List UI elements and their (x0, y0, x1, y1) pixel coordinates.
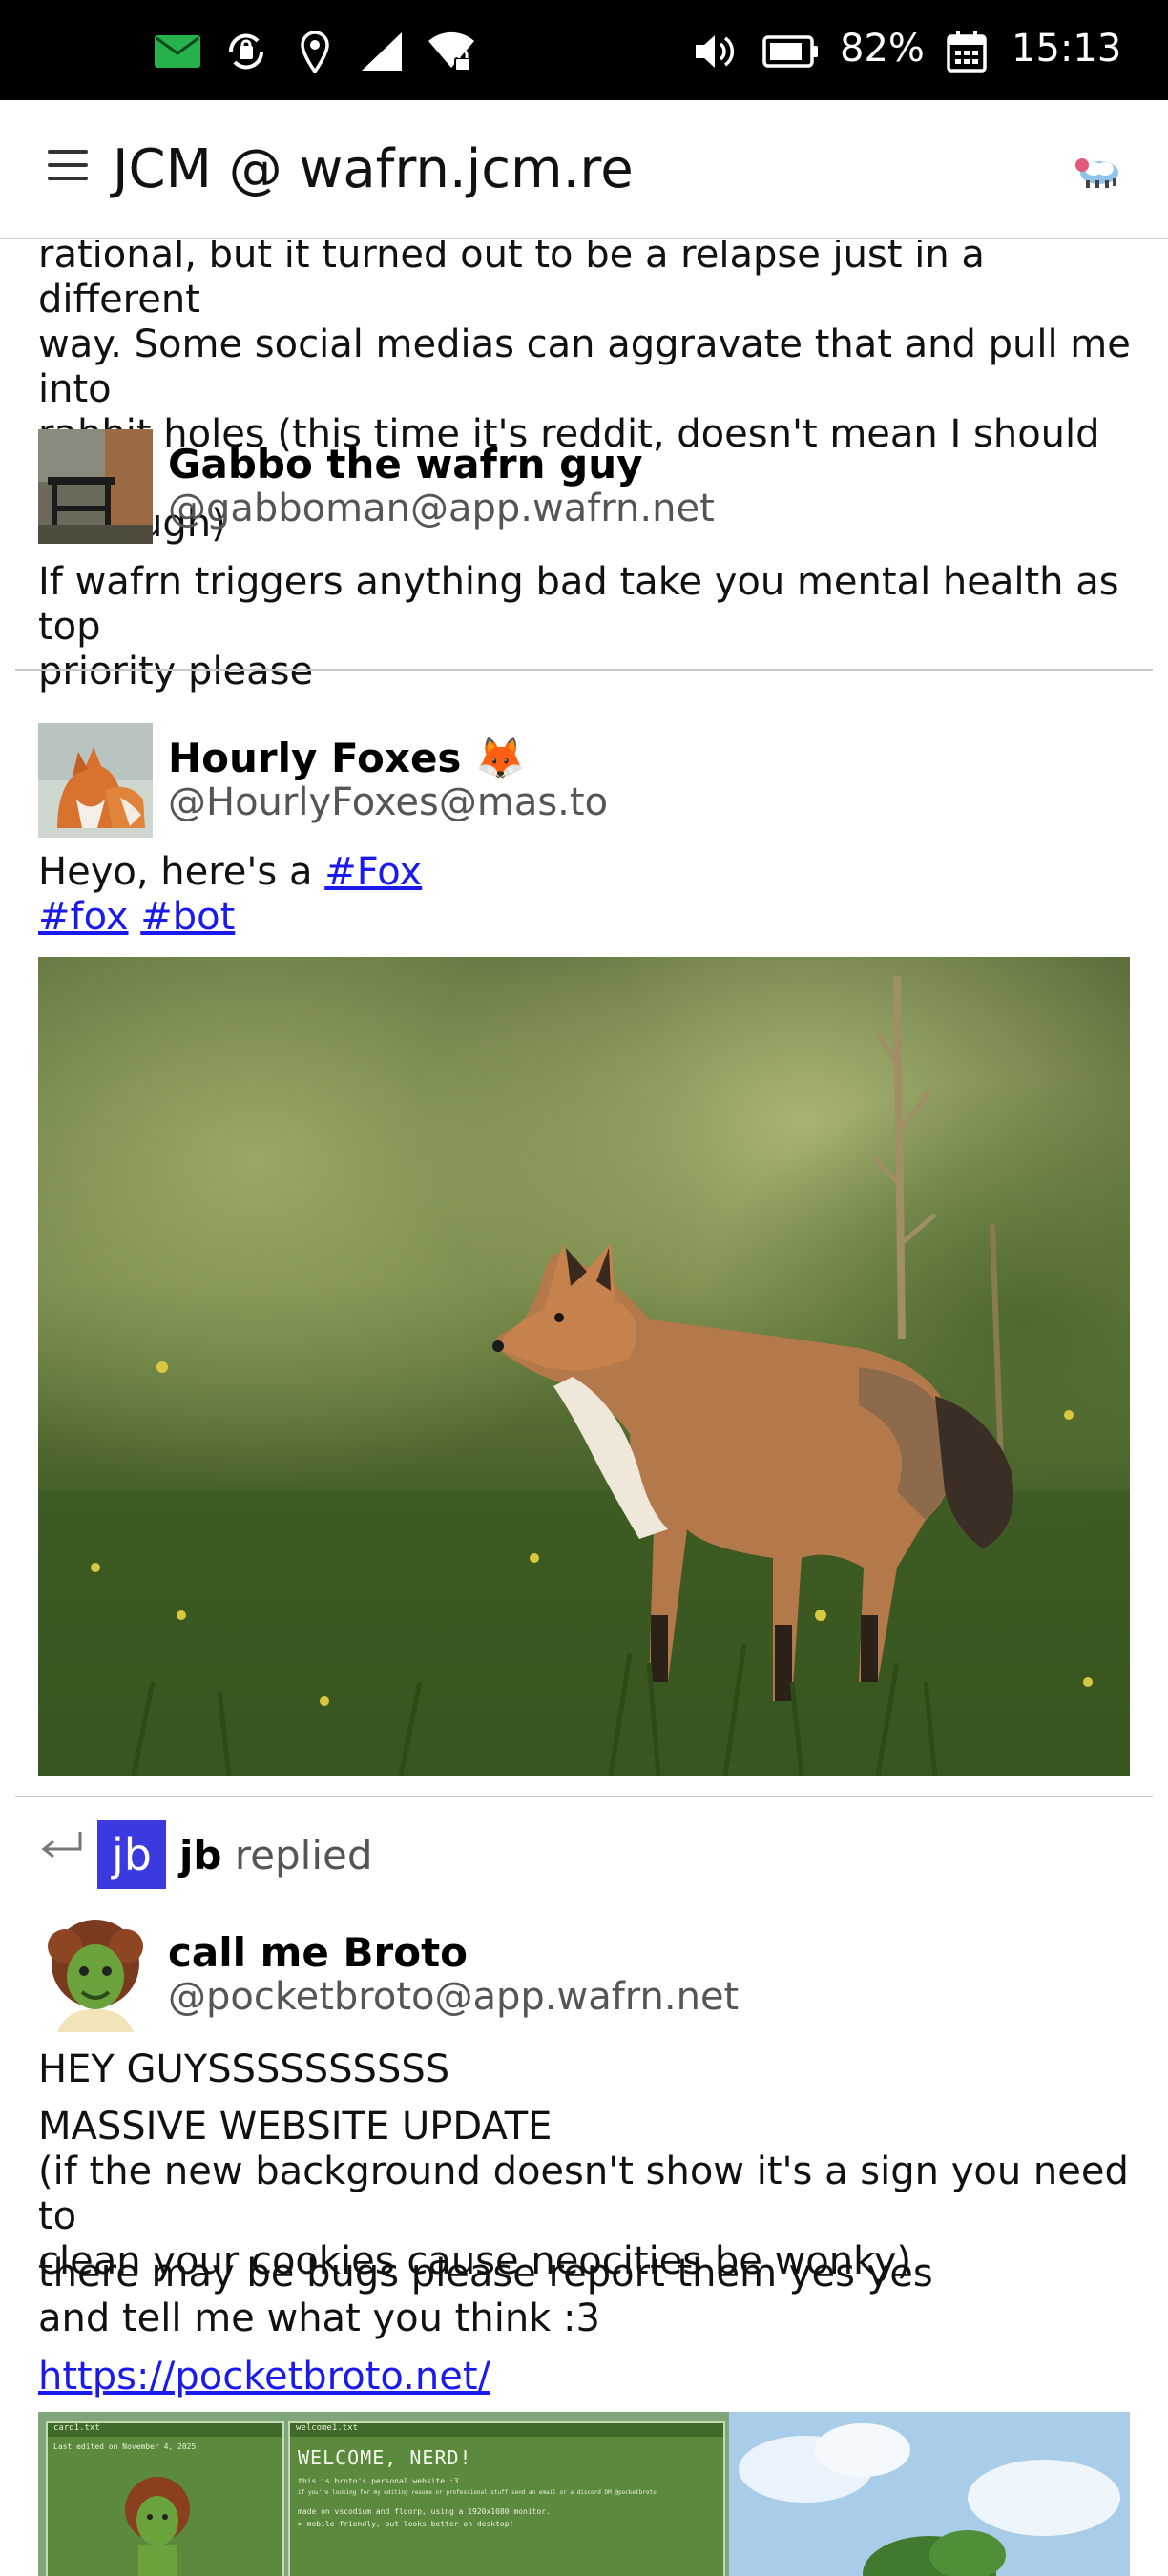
signal-icon (359, 29, 405, 74)
preview-caption: Last edited on November 4, 2025 (53, 2442, 197, 2451)
author-handle[interactable]: @gabboman@app.wafrn.net (168, 487, 715, 530)
reply-user[interactable]: jb (179, 1832, 221, 1879)
clock: 15:13 (1012, 27, 1122, 71)
post-text-paragraph: there may be bugs please report them yes… (38, 2252, 1136, 2341)
post-text: If wafrn triggers anything bad take you … (38, 560, 1136, 695)
text-line: (if the new background doesn't show it's… (38, 2150, 1129, 2238)
avatar[interactable] (38, 723, 153, 838)
reply-action: replied (234, 1832, 373, 1879)
preview-tab-label: card1.txt (48, 2423, 282, 2437)
text-line: there may be bugs please report them yes… (38, 2252, 933, 2296)
reply-arrow-icon (38, 1824, 84, 1862)
status-bar: 82% 15:13 (0, 0, 1168, 100)
preview-panel-left: card1.txt Last edited on November 4, 202… (46, 2421, 284, 2576)
text-line: #fox #bot (38, 895, 1136, 940)
post-text-line1: HEY GUYSSSSSSSSSS (38, 2047, 450, 2091)
wifi-icon (426, 29, 477, 74)
preview-text: > mobile friendly, but looks better on d… (298, 2520, 514, 2528)
text-line: Heyo, here's a #Fox (38, 850, 1136, 895)
text-line: If wafrn triggers anything bad take you … (38, 560, 1119, 649)
post-image[interactable]: card1.txt Last edited on November 4, 202… (38, 2412, 1130, 2576)
feed[interactable]: rational, but it turned out to be a rela… (0, 240, 1168, 2576)
page-title: JCM @ wafrn.jcm.re (113, 138, 634, 200)
post-divider (15, 1796, 1153, 1797)
preview-text: made on vscodium and floorp, using a 192… (298, 2507, 551, 2516)
sync-icon (221, 29, 271, 74)
calendar-icon (945, 29, 989, 74)
post-image[interactable] (38, 957, 1130, 1776)
hashtag-link[interactable]: #bot (140, 895, 235, 939)
author-name[interactable]: Hourly Foxes 🦊 (168, 735, 525, 782)
preview-text: if you're looking for my editing resume … (298, 2489, 657, 2496)
text-line: way. Some social medias can aggravate th… (38, 322, 1131, 411)
author-name[interactable]: Gabbo the wafrn guy (168, 441, 643, 488)
hamburger-menu-icon[interactable] (48, 150, 88, 184)
preview-text: this is broto's personal website :3 (298, 2477, 459, 2485)
post-text: Heyo, here's a #Fox #fox #bot (38, 850, 1136, 940)
text-line: and tell me what you think :3 (38, 2296, 600, 2340)
app-header: JCM @ wafrn.jcm.re (0, 100, 1168, 239)
location-icon (296, 29, 334, 74)
avatar[interactable] (38, 429, 153, 544)
hashtag-link[interactable]: #fox (38, 895, 129, 939)
preview-panel-welcome: welcome1.txt WELCOME, NERD! this is brot… (288, 2421, 725, 2576)
author-handle[interactable]: @HourlyFoxes@mas.to (168, 780, 608, 824)
post-divider (15, 669, 1153, 671)
battery-icon (761, 29, 821, 74)
avatar[interactable] (38, 1918, 153, 2032)
preview-sky-art (729, 2412, 1130, 2576)
author-name[interactable]: call me Broto (168, 1929, 468, 1976)
external-link[interactable]: https://pocketbroto.net/ (38, 2355, 490, 2399)
fox-emoji-icon: 🦊 (475, 735, 526, 781)
volume-icon (693, 29, 737, 74)
text-prefix: Heyo, here's a (38, 850, 325, 894)
text-line: rational, but it turned out to be a rela… (38, 240, 985, 322)
author-name-text: Hourly Foxes (168, 735, 462, 781)
author-handle[interactable]: @pocketbroto@app.wafrn.net (168, 1975, 739, 2019)
hashtag-link[interactable]: #Fox (324, 850, 422, 894)
reply-line: jb replied (179, 1832, 373, 1879)
preview-tab-label: welcome1.txt (290, 2423, 723, 2437)
wafrn-logo-icon[interactable] (1073, 152, 1124, 190)
preview-title: WELCOME, NERD! (298, 2446, 472, 2469)
post-link-line: https://pocketbroto.net/ (38, 2355, 1136, 2399)
battery-percent: 82% (840, 27, 925, 71)
mail-icon (153, 29, 202, 74)
avatar[interactable]: jb (97, 1820, 166, 1889)
text-line: MASSIVE WEBSITE UPDATE (38, 2105, 553, 2149)
text-line: priority please (38, 650, 314, 694)
